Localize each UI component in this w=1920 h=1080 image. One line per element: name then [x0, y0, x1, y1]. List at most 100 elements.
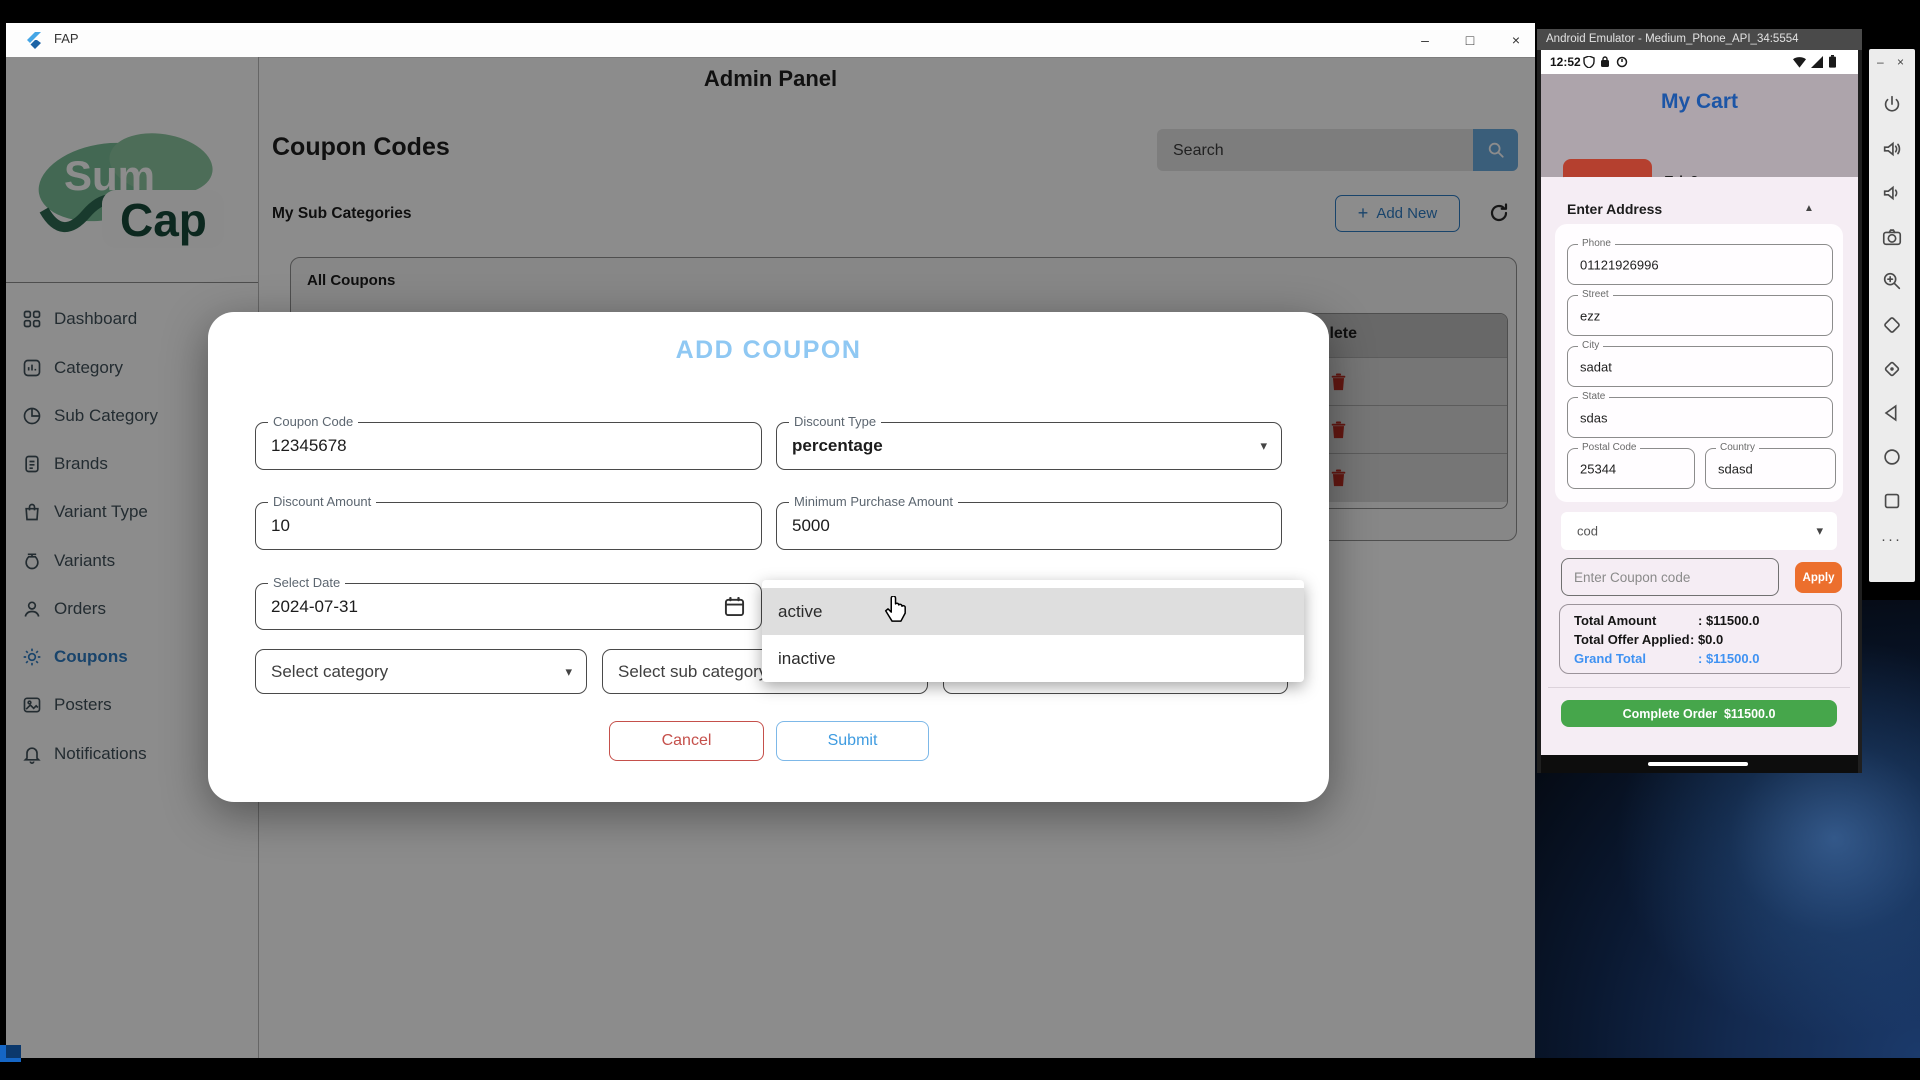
- field-label: Phone: [1578, 238, 1615, 249]
- street-field[interactable]: Street ezz: [1567, 295, 1833, 336]
- emulator-titlebar[interactable]: Android Emulator - Medium_Phone_API_34:5…: [1537, 29, 1862, 50]
- mouse-cursor: [882, 596, 908, 626]
- field-value: 2024-07-31: [271, 597, 358, 617]
- field-value: sdas: [1580, 410, 1607, 425]
- payment-method-select[interactable]: cod ▾: [1561, 512, 1837, 550]
- chevron-down-icon: ▾: [1816, 523, 1823, 539]
- coupon-code-input[interactable]: [1572, 559, 1766, 596]
- select-placeholder: Select category: [271, 662, 388, 682]
- divider: [1548, 687, 1850, 688]
- grand-total-row: Grand Total: $11500.0: [1560, 651, 1841, 669]
- battery-icon: [1829, 55, 1836, 68]
- maximize-button[interactable]: □: [1455, 29, 1485, 51]
- complete-order-button[interactable]: Complete Order $11500.0: [1561, 700, 1837, 727]
- field-value: 25344: [1580, 461, 1616, 476]
- toolbar-minimize-button[interactable]: –: [1877, 55, 1884, 69]
- category-select[interactable]: Select category ▾: [255, 649, 587, 694]
- screenshot-camera-button[interactable]: [1881, 226, 1903, 248]
- minimum-purchase-field[interactable]: Minimum Purchase Amount 5000: [776, 502, 1282, 550]
- field-label: Street: [1578, 289, 1613, 300]
- field-value: percentage: [792, 436, 883, 456]
- checkout-sheet: Enter Address ▲ Phone 01121926996 Street…: [1541, 177, 1858, 755]
- cancel-label: Cancel: [662, 732, 712, 750]
- totals-card: Total Amount: $11500.0 Total Offer Appli…: [1559, 604, 1842, 674]
- phone-screen: 12:52 My Cart Tab 8 Enter Address ▲ Phon…: [1541, 50, 1858, 773]
- back-button[interactable]: [1881, 402, 1903, 424]
- submit-button[interactable]: Submit: [776, 721, 929, 761]
- coupon-code-field[interactable]: Coupon Code 12345678: [255, 422, 762, 470]
- rotate-right-button[interactable]: [1881, 358, 1903, 380]
- status-dropdown-menu: active inactive: [762, 580, 1304, 682]
- field-label: Discount Amount: [268, 494, 376, 509]
- minimize-button[interactable]: –: [1410, 29, 1440, 51]
- flutter-icon: [24, 31, 42, 49]
- lock-icon: [1600, 56, 1610, 68]
- total-offer-row: Total Offer Applied: $0.0: [1560, 632, 1841, 650]
- apply-label: Apply: [1803, 572, 1835, 584]
- discount-amount-field[interactable]: Discount Amount 10: [255, 502, 762, 550]
- submit-label: Submit: [828, 732, 878, 750]
- zoom-button[interactable]: [1881, 270, 1903, 292]
- rotate-left-button[interactable]: [1881, 314, 1903, 336]
- field-value: 01121926996: [1580, 257, 1659, 272]
- discount-type-select[interactable]: Discount Type percentage ▾: [776, 422, 1282, 470]
- select-placeholder: Select sub category: [618, 662, 767, 682]
- city-field[interactable]: City sadat: [1567, 346, 1833, 387]
- select-date-field[interactable]: Select Date 2024-07-31: [255, 583, 762, 630]
- field-value: 5000: [792, 516, 830, 536]
- field-value: 10: [271, 516, 290, 536]
- field-label: State: [1578, 391, 1609, 402]
- field-label: City: [1578, 340, 1603, 351]
- emulator-toolbar: – × ···: [1869, 49, 1915, 582]
- field-label: Discount Type: [789, 414, 881, 429]
- status-time: 12:52: [1550, 55, 1581, 69]
- field-label: Coupon Code: [268, 414, 358, 429]
- power-button[interactable]: [1881, 94, 1903, 116]
- chevron-down-icon: ▾: [1260, 438, 1267, 454]
- toolbar-close-button[interactable]: ×: [1897, 55, 1904, 69]
- address-title: Enter Address: [1567, 201, 1662, 217]
- cart-header: My Cart: [1541, 90, 1858, 114]
- fap-titlebar: FAP – □ ×: [6, 23, 1535, 58]
- country-field[interactable]: Country sdasd: [1705, 448, 1836, 489]
- gesture-navbar: [1541, 755, 1858, 773]
- android-emulator-window: Android Emulator - Medium_Phone_API_34:5…: [1537, 29, 1862, 773]
- gesture-pill[interactable]: [1648, 762, 1748, 766]
- calendar-icon[interactable]: [724, 596, 745, 617]
- phone-field[interactable]: Phone 01121926996: [1567, 244, 1833, 285]
- shield-icon: [1583, 56, 1595, 68]
- cancel-button[interactable]: Cancel: [609, 721, 764, 761]
- phone-statusbar: 12:52: [1541, 50, 1858, 74]
- wifi-icon: [1793, 56, 1806, 68]
- menu-item-active[interactable]: active: [762, 588, 1304, 635]
- cart-background: My Cart Tab 8: [1541, 74, 1858, 177]
- volume-up-button[interactable]: [1881, 138, 1903, 160]
- field-label: Country: [1716, 442, 1759, 453]
- data-saver-icon: [1616, 56, 1628, 68]
- close-button[interactable]: ×: [1501, 29, 1531, 51]
- modal-title: ADD COUPON: [208, 336, 1329, 365]
- home-button[interactable]: [1881, 446, 1903, 468]
- overview-button[interactable]: [1881, 490, 1903, 512]
- field-label: Select Date: [268, 575, 345, 590]
- state-field[interactable]: State sdas: [1567, 397, 1833, 438]
- window-title: FAP: [54, 31, 79, 46]
- postal-code-field[interactable]: Postal Code 25344: [1567, 448, 1695, 489]
- payment-value: cod: [1577, 524, 1598, 539]
- field-value: sdasd: [1718, 461, 1753, 476]
- apply-button[interactable]: Apply: [1795, 562, 1842, 593]
- desktop: FAP – □ × Sum Cap Dashboard Category Sub…: [0, 0, 1920, 1080]
- collapse-icon[interactable]: ▲: [1804, 203, 1814, 214]
- field-value: 12345678: [271, 436, 347, 456]
- field-value: sadat: [1580, 359, 1612, 374]
- field-label: Minimum Purchase Amount: [789, 494, 958, 509]
- chevron-down-icon: ▾: [565, 664, 572, 680]
- signal-icon: [1811, 56, 1823, 68]
- menu-item-inactive[interactable]: inactive: [762, 635, 1304, 682]
- more-options-button[interactable]: ···: [1881, 531, 1902, 548]
- volume-down-button[interactable]: [1881, 182, 1903, 204]
- add-coupon-modal: ADD COUPON Coupon Code 12345678 Discount…: [208, 312, 1329, 802]
- total-amount-row: Total Amount: $11500.0: [1560, 613, 1841, 631]
- coupon-code-input-wrap: [1561, 558, 1779, 596]
- field-label: Postal Code: [1578, 442, 1640, 453]
